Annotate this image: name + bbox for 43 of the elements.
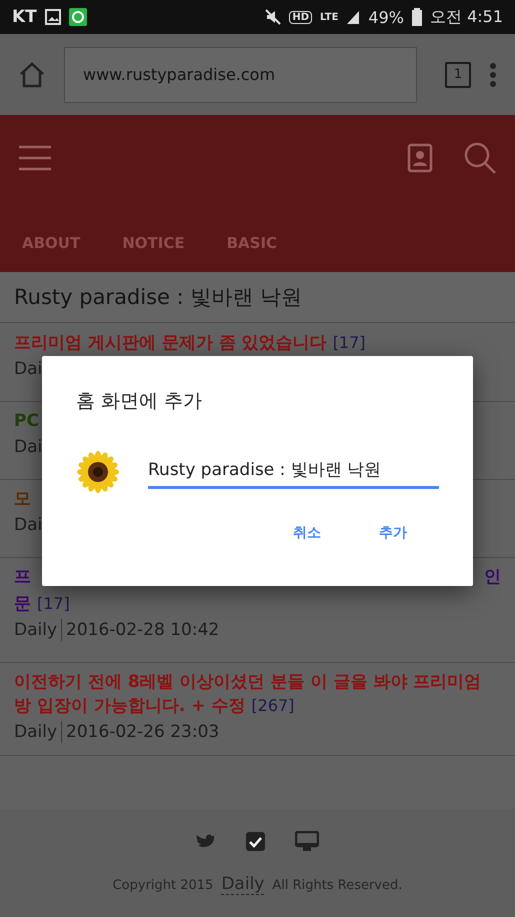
name-input-field[interactable]: Rusty paradise : 빛바랜 낙원 [148, 456, 439, 488]
clock: 오전 4:51 [430, 6, 503, 28]
post-title[interactable]: 이전하기 전에 8레벨 이상이셨던 분들 이 글을 봐야 프리미엄 방 입장이 가능합니다. + 수정 [267] [14, 671, 501, 718]
battery-percent: 49% [368, 8, 404, 26]
post-date: 2016-02-28 10:42 [61, 619, 220, 641]
carrier-label: KT [12, 7, 37, 27]
sunflower-icon [76, 450, 120, 494]
hd-label: HD [289, 10, 312, 24]
more-icon[interactable] [489, 62, 497, 88]
post-category: Daily [14, 721, 58, 743]
post-category: Dai [14, 436, 42, 458]
post-category: Daily [14, 619, 58, 641]
app-icon [68, 8, 87, 26]
mute-icon [265, 9, 282, 25]
post-title[interactable]: 문 [14, 594, 31, 614]
tab-count[interactable]: 1 [445, 62, 471, 88]
post-title[interactable]: 프 [14, 566, 31, 589]
search-icon[interactable] [463, 141, 497, 175]
dialog-button[interactable]: 취소 [289, 518, 325, 548]
monitor-icon[interactable] [295, 831, 319, 852]
menu-icon[interactable] [18, 145, 52, 171]
site-link[interactable]: Daily [221, 874, 264, 895]
post-date: 2016-02-26 23:03 [61, 721, 220, 743]
rights-text: All Rights Reserved. [272, 878, 402, 893]
home-icon[interactable] [18, 60, 46, 88]
post-category: Dai [14, 358, 42, 380]
post-title[interactable]: PC [14, 410, 39, 433]
comment-count: [17] [37, 594, 70, 613]
post-title[interactable]: 프리미엄 게시판에 문제가 좀 있었습니다 [17] [14, 331, 366, 355]
contact-icon[interactable] [407, 143, 433, 173]
post-category: Dai [14, 514, 42, 536]
dialog-button[interactable]: 추가 [375, 518, 411, 548]
network-label: LTE [320, 12, 338, 22]
post-title[interactable]: 모 [14, 488, 31, 511]
bird-icon[interactable] [196, 833, 216, 850]
signal-icon [346, 9, 360, 25]
battery-icon [412, 8, 422, 26]
post-title[interactable]: 인 [484, 566, 501, 589]
image-icon [44, 9, 61, 25]
dialog-title: 홈 화면에 추가 [76, 389, 204, 414]
copyright-text: Copyright 2015 [112, 878, 214, 893]
address-bar[interactable]: www.rustyparadise.com [64, 46, 417, 102]
checkbox-icon[interactable] [246, 832, 265, 851]
